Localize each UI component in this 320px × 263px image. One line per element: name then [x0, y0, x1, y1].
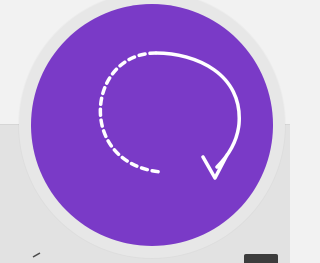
dark-chip[interactable]	[244, 254, 278, 263]
refresh-rotate-icon	[98, 51, 241, 180]
refresh-fab-button[interactable]	[31, 4, 273, 246]
chevron-left-icon[interactable]	[30, 251, 44, 263]
